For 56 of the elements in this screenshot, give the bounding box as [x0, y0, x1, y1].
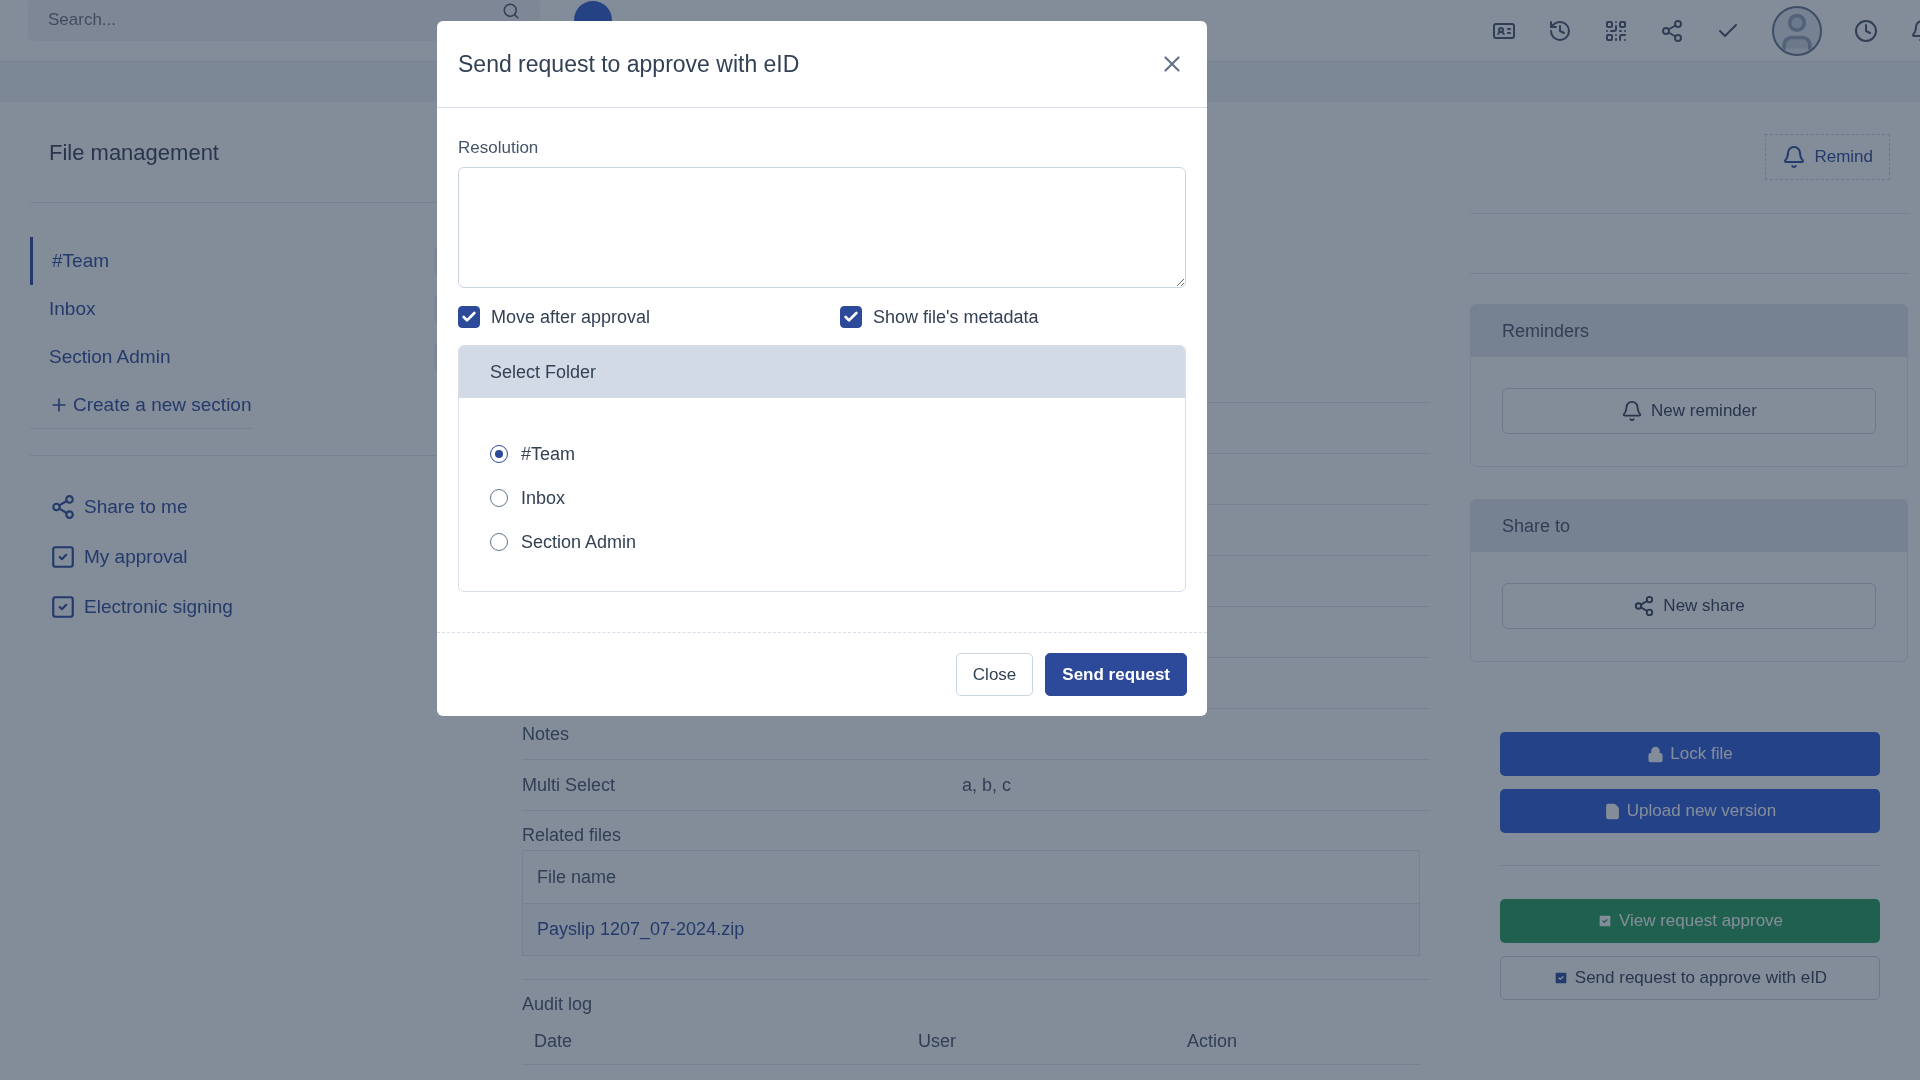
- checkbox-icon: [1552, 970, 1569, 986]
- action-button[interactable]: Upload new version: [1500, 789, 1880, 833]
- field-label: Notes: [522, 723, 571, 745]
- history-icon[interactable]: [1548, 18, 1572, 43]
- card-button[interactable]: New reminder: [1502, 388, 1876, 434]
- card-button[interactable]: New share: [1502, 583, 1876, 629]
- field-value: a, b, c: [962, 774, 1013, 796]
- file-icon: [1603, 802, 1621, 820]
- card-title: Share to: [1471, 500, 1907, 552]
- column-header: File name: [537, 866, 618, 888]
- dialog-title: Send request to approve with eID: [458, 50, 800, 78]
- lock-icon: [1647, 745, 1665, 763]
- nav-link[interactable]: Electronic signing: [30, 582, 233, 632]
- avatar[interactable]: [1772, 5, 1822, 56]
- checkbox-icon: [1596, 913, 1613, 929]
- nav-link[interactable]: My approval: [30, 532, 188, 582]
- checkbox[interactable]: [840, 306, 862, 328]
- file-link[interactable]: Payslip 1207_07-2024.zip: [537, 919, 1419, 940]
- search-input[interactable]: Search...: [48, 8, 448, 31]
- field-label: Multi Select: [522, 774, 617, 796]
- share-icon[interactable]: [1660, 18, 1684, 43]
- search-field[interactable]: Search...: [28, 0, 540, 41]
- check-icon: [843, 309, 859, 325]
- radio-option[interactable]: #Team: [490, 432, 576, 476]
- section-title: Audit log: [522, 993, 594, 1016]
- send-button[interactable]: Send request: [1045, 653, 1187, 696]
- search-icon: [502, 1, 520, 20]
- card-title: Reminders: [1471, 305, 1907, 357]
- bell-icon: [1782, 145, 1807, 169]
- column-header: Date: [534, 1031, 574, 1052]
- column-header: Action: [1187, 1031, 1239, 1052]
- remind-button[interactable]: Remind: [1765, 134, 1890, 180]
- share-icon: [50, 494, 76, 520]
- action-button[interactable]: Lock file: [1500, 732, 1880, 776]
- checkbox[interactable]: [458, 306, 480, 328]
- panel-title: Select Folder: [459, 346, 1185, 398]
- checkbox-option[interactable]: Move after approval: [458, 306, 651, 328]
- column-header: User: [918, 1031, 957, 1052]
- radio-option[interactable]: Section Admin: [490, 520, 637, 564]
- resolution-field[interactable]: [458, 167, 1186, 288]
- share-icon: [1633, 595, 1656, 617]
- checkbox-icon: [50, 594, 76, 620]
- request-button[interactable]: View request approve: [1500, 899, 1880, 943]
- radio-option[interactable]: Inbox: [490, 476, 566, 520]
- field-label: Resolution: [458, 138, 540, 158]
- clock-icon[interactable]: [1854, 18, 1878, 43]
- create-section-link[interactable]: Create a new section: [30, 381, 252, 429]
- checkbox-option[interactable]: Show file's metadata: [840, 306, 1039, 328]
- qr-code-icon[interactable]: [1604, 18, 1628, 43]
- check-icon: [461, 309, 477, 325]
- section-title: Related files: [522, 824, 623, 847]
- checkbox-icon: [50, 544, 76, 570]
- bell-icon: [1621, 400, 1644, 422]
- request-button[interactable]: Send request to approve with eID: [1500, 956, 1880, 1000]
- nav-link[interactable]: Share to me: [30, 482, 188, 532]
- close-button[interactable]: Close: [955, 653, 1034, 696]
